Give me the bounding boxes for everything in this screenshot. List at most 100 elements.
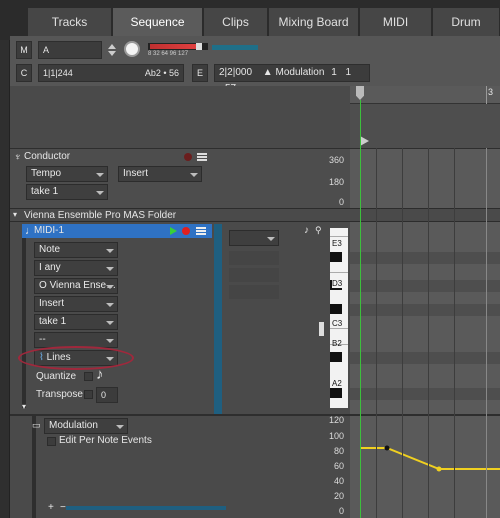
start-marker-icon[interactable] [360, 136, 369, 146]
cc-scale-60: 60 [333, 461, 344, 471]
tab-midi[interactable]: MIDI [360, 8, 432, 37]
menu-icon[interactable] [197, 153, 207, 161]
secondary-slot-3 [229, 285, 279, 299]
piano-keyboard[interactable]: E3 D3 C3 B2 A2 [330, 228, 348, 408]
track-field-channel-value: any [44, 262, 61, 273]
event-value-1: 1 [331, 67, 337, 78]
level-bar [212, 45, 258, 50]
c-button[interactable]: C [16, 64, 32, 82]
transpose-value[interactable]: 0 [96, 387, 118, 403]
secondary-dropdown[interactable] [229, 230, 279, 246]
conductor-scale-360: 360 [328, 155, 344, 165]
cc-scale-40: 40 [333, 476, 344, 486]
track-field-take[interactable]: take 1 [34, 314, 118, 330]
folder-header[interactable]: ▾ Vienna Ensemble Pro MAS Folder [10, 208, 500, 222]
controller-name: Modulation [49, 420, 98, 431]
conductor-icon: ♆ [14, 152, 22, 163]
track-field-output[interactable]: O Vienna Ense… [34, 278, 118, 294]
bar-line [486, 148, 487, 518]
midi-track-header[interactable]: ♩ MIDI-1 [22, 224, 212, 238]
edit-per-note-label: Edit Per Note Events [59, 435, 152, 446]
secondary-slot-1 [229, 251, 279, 265]
grid-line [402, 148, 403, 518]
cc-scale-20: 20 [333, 491, 344, 501]
tab-sequence[interactable]: Sequence [113, 8, 203, 37]
cc-scale-100: 100 [328, 431, 344, 441]
cc-scale-80: 80 [333, 446, 344, 456]
transpose-label: Transpose [36, 389, 83, 400]
folder-expand-icon[interactable]: ▾ [13, 210, 17, 219]
add-lane-icon[interactable]: + [48, 502, 54, 513]
track-field-take-value: take 1 [39, 316, 67, 327]
a-field[interactable]: A [38, 41, 102, 59]
tab-mixing-board[interactable]: Mixing Board [269, 8, 359, 37]
record-enable-icon[interactable] [182, 227, 190, 235]
event-field[interactable]: 2|2|000 ▲ Modulation 1 1 57 [214, 64, 370, 94]
conductor-title: Conductor [24, 151, 71, 162]
track-field-patch-value: -- [39, 334, 46, 345]
track-name: MIDI-1 [34, 225, 64, 236]
meter-scale: 8 32 64 96 127 [148, 51, 189, 57]
quantize-checkbox[interactable] [84, 372, 93, 381]
conductor-take: take 1 [31, 186, 59, 197]
controller-panel: ▭ Modulation Edit Per Note Events + − 12… [10, 414, 350, 518]
output-icon: O [39, 280, 50, 291]
playhead-line [360, 100, 361, 518]
key-label-b2: B2 [332, 339, 342, 348]
cc-point-1[interactable] [384, 445, 390, 451]
grid-line [454, 148, 455, 518]
track-field-channel[interactable]: I any [34, 260, 118, 276]
track-header-area [10, 86, 350, 148]
scroll-handle[interactable] [319, 322, 324, 336]
event-value-2: 1 [345, 67, 352, 78]
folder-title: Vienna Ensemble Pro MAS Folder [24, 210, 177, 221]
track-indent [22, 238, 26, 408]
controller-lane[interactable] [350, 414, 500, 518]
m-button[interactable]: M [16, 41, 32, 59]
conductor-mode-dropdown[interactable]: Insert [118, 166, 202, 182]
track-menu-icon[interactable] [196, 227, 206, 235]
track-field-mode[interactable]: Insert [34, 296, 118, 312]
tab-bar: Tracks Sequence Clips Mixing Board MIDI … [0, 0, 500, 40]
ruler-mark: 3 [488, 87, 494, 97]
velocity-meter [148, 43, 208, 50]
key-label-a2: A2 [332, 379, 342, 388]
modulation-curve [360, 445, 500, 472]
key-label-c3: C3 [332, 319, 343, 328]
conductor-param-dropdown[interactable]: Tempo [26, 166, 108, 182]
zoom-icon[interactable]: ⚲ [315, 225, 322, 236]
tab-drum[interactable]: Drum [433, 8, 500, 37]
edit-per-note-checkbox[interactable] [47, 437, 56, 446]
info-toolbar: M A 8 32 64 96 127 C 1|1|244 Ab2 • 56 E … [10, 36, 500, 94]
conductor-scale-0: 0 [338, 197, 344, 207]
cc-scale-0: 0 [338, 506, 344, 516]
track-field-note[interactable]: Note [34, 242, 118, 258]
key-label-e3: E3 [332, 239, 342, 248]
track-field-note-value: Note [39, 244, 61, 255]
key-label-d3: D3 [332, 279, 343, 288]
tab-clips[interactable]: Clips [204, 8, 268, 37]
spin-arrows-icon[interactable] [108, 44, 116, 58]
conductor-lane[interactable] [350, 148, 500, 208]
conductor-take-dropdown[interactable]: take 1 [26, 184, 108, 200]
controller-color-strip [66, 506, 226, 510]
play-icon[interactable] [170, 227, 177, 235]
remove-lane-icon[interactable]: − [60, 502, 66, 513]
quantize-label: Quantize [36, 371, 77, 382]
collapse-icon[interactable]: ▾ [22, 402, 26, 411]
velocity-knob[interactable] [124, 41, 140, 57]
note-view-icon[interactable]: ♪ [304, 225, 309, 236]
cc-point-2[interactable] [436, 466, 442, 472]
conductor-param: Tempo [31, 168, 62, 179]
record-icon[interactable] [184, 153, 192, 161]
position-field[interactable]: 1|1|244 Ab2 • 56 [38, 64, 184, 82]
ruler[interactable]: 3 [350, 86, 500, 148]
controller-icon: ▭ [32, 420, 41, 430]
e-button[interactable]: E [192, 64, 208, 82]
controller-dropdown[interactable]: Modulation [44, 418, 128, 434]
tab-tracks[interactable]: Tracks [28, 8, 112, 37]
highlight-ring [18, 346, 134, 370]
note-grid[interactable] [350, 222, 500, 414]
grid-line [428, 148, 429, 518]
transpose-checkbox[interactable] [84, 390, 93, 399]
